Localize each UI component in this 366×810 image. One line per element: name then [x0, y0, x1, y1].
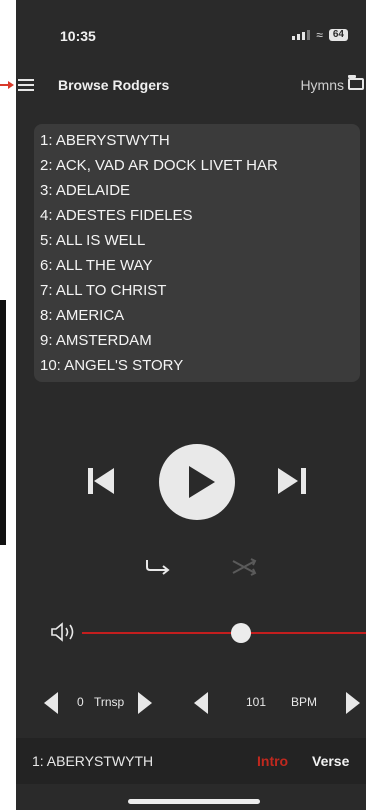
transpose-down-icon[interactable] — [44, 692, 58, 714]
page-edge — [0, 0, 16, 810]
home-indicator[interactable] — [128, 799, 260, 804]
current-song: 1: ABERYSTWYTH — [32, 753, 154, 769]
volume-thumb[interactable] — [231, 623, 252, 643]
transpose-up-icon[interactable] — [138, 692, 152, 714]
wifi-icon: ≈ — [316, 28, 323, 42]
folder-icon[interactable] — [348, 75, 364, 90]
menu-icon[interactable] — [18, 79, 34, 91]
intro-button[interactable]: Intro — [257, 753, 288, 769]
tempo-label: BPM — [291, 695, 318, 709]
list-item[interactable]: 6: ALL THE WAY — [40, 253, 360, 278]
transpose-tempo-row: 0 Trnsp 101 BPM — [16, 684, 366, 720]
list-item[interactable]: 8: AMERICA — [40, 303, 360, 328]
list-item[interactable]: 5: ALL IS WELL — [40, 228, 360, 253]
previous-icon[interactable] — [88, 466, 116, 496]
verse-button[interactable]: Verse — [312, 753, 349, 769]
tempo-value: 101 — [246, 695, 267, 709]
signal-icon — [292, 30, 311, 40]
tempo-up-icon[interactable] — [346, 692, 360, 714]
speaker-icon[interactable] — [50, 622, 78, 642]
list-item[interactable]: 7: ALL TO CHRIST — [40, 278, 360, 303]
song-list[interactable]: 1: ABERYSTWYTH 2: ACK, VAD AR DOCK LIVET… — [34, 124, 360, 382]
status-icons: ≈ 64 — [292, 28, 348, 42]
list-item[interactable]: 3: ADELAIDE — [40, 178, 360, 203]
now-playing-footer: 1: ABERYSTWYTH Intro Verse — [16, 738, 366, 784]
transpose-label: Trnsp — [94, 695, 125, 709]
volume-track[interactable] — [82, 632, 366, 634]
phone-screen: 10:35 ≈ 64 Browse Rodgers Hymns 1: ABERY… — [16, 0, 366, 810]
annotation-arrow — [0, 81, 14, 89]
list-item[interactable]: 9: AMSTERDAM — [40, 328, 360, 353]
edge-bar — [0, 300, 6, 545]
list-item[interactable]: 2: ACK, VAD AR DOCK LIVET HAR — [40, 153, 360, 178]
nav-title: Browse Rodgers — [58, 77, 170, 93]
play-icon[interactable] — [159, 444, 235, 520]
repeat-icon[interactable] — [144, 556, 172, 578]
transpose-value: 0 — [77, 695, 84, 709]
status-time: 10:35 — [60, 28, 96, 44]
next-icon[interactable] — [278, 466, 306, 496]
status-bar: 10:35 ≈ 64 — [16, 0, 366, 62]
volume-control — [16, 616, 366, 650]
tempo-down-icon[interactable] — [194, 692, 208, 714]
nav-bar: Browse Rodgers Hymns — [16, 66, 366, 102]
collection-selector[interactable]: Hymns — [300, 77, 344, 93]
battery-icon: 64 — [328, 29, 348, 41]
list-item[interactable]: 1: ABERYSTWYTH — [40, 128, 360, 153]
list-item[interactable]: 4: ADESTES FIDELES — [40, 203, 360, 228]
list-item[interactable]: 10: ANGEL'S STORY — [40, 353, 360, 378]
transport-controls — [16, 444, 366, 524]
shuffle-icon[interactable] — [230, 556, 258, 578]
